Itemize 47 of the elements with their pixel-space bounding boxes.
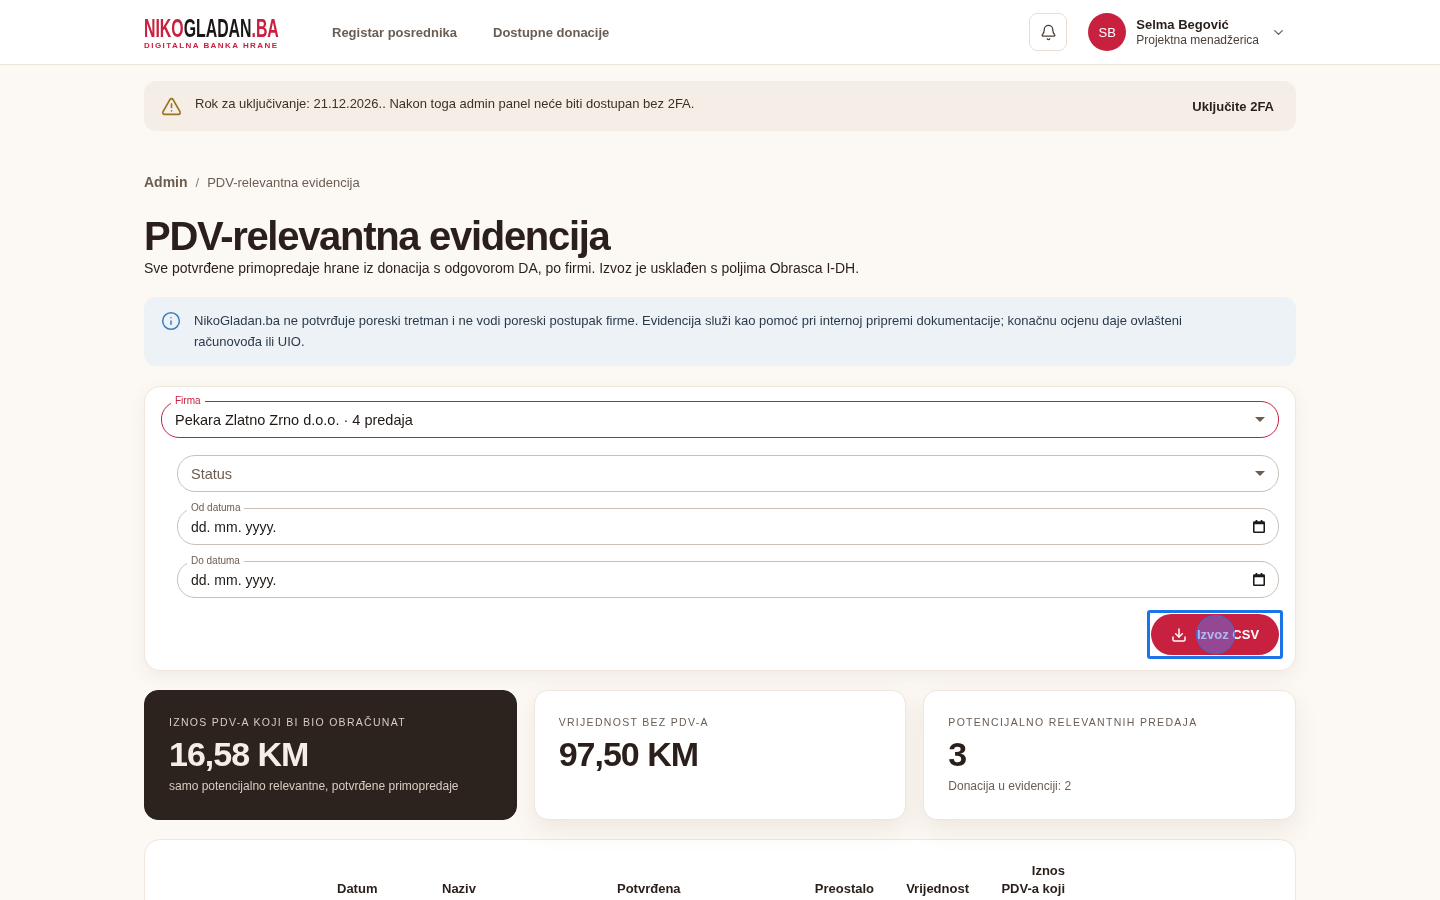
export-button[interactable]: Izvoz CSV <box>1151 614 1279 655</box>
company-select[interactable]: Firma Pekara Zlatno Zrno d.o.o. · 4 predaja <box>161 395 1279 438</box>
calendar-icon[interactable] <box>1253 520 1265 533</box>
logo-wordmark[interactable]: NIKOGLADAN.BA <box>144 16 279 39</box>
breadcrumb-separator: / <box>195 174 200 192</box>
column-header: Iznos PDV-a koji <box>1000 862 1065 898</box>
warning-icon <box>161 95 182 117</box>
stat-label: POTENCIJALNO RELEVANTNIH PREDAJA <box>948 715 1198 730</box>
date-field[interactable]: Do datuma dd. mm. yyyy. <box>177 555 1279 598</box>
nav-link[interactable]: Dostupne donacije <box>493 24 610 40</box>
nav-link[interactable]: Registar posrednika <box>332 24 457 40</box>
stat-note: samo potencijalno relevantne, potvrđene primopredaje <box>169 778 459 795</box>
dropdown-caret-icon <box>1255 417 1265 422</box>
dropdown-caret-icon <box>1255 471 1265 476</box>
stat-value: 97,50 KM <box>558 736 699 772</box>
stat-note: Donacija u evidenciji: 2 <box>948 778 1072 795</box>
field-label: Od datuma <box>187 502 245 514</box>
breadcrumb-link[interactable]: Admin <box>144 172 188 192</box>
column-header: Naziv <box>442 880 476 898</box>
banner-message: Rok za uključivanje: 21.12.2026.. Nakon toga admin panel neće biti dostupan bez 2FA. <box>195 96 695 111</box>
date-field[interactable]: Od datuma dd. mm. yyyy. <box>177 502 1279 545</box>
notifications-button[interactable] <box>1029 13 1068 51</box>
stat-value: 3 <box>948 736 967 772</box>
user-avatar: SB <box>1088 13 1127 51</box>
user-role: Projektna menadžerica <box>1136 32 1259 48</box>
calendar-icon[interactable] <box>1253 573 1265 586</box>
page-title: PDV-relevantna evidencija <box>144 214 612 258</box>
stat-value: 16,58 KM <box>169 736 309 772</box>
banner-action-button[interactable]: Uključite 2FA <box>1192 98 1274 114</box>
stat-label: IZNOS PDV-A KOJI BI BIO OBRAČUNAT <box>169 715 406 730</box>
download-icon <box>1170 626 1187 643</box>
stat-label: VRIJEDNOST BEZ PDV-A <box>558 715 709 730</box>
column-header: Potvrđena <box>617 880 681 898</box>
logo-tagline: DIGITALNA BANKA HRANE <box>144 40 279 50</box>
info-icon <box>161 311 181 331</box>
notice-text: NikoGladan.ba ne potvrđuje poreski tretman i ne vodi poreski postupak firme. Evidencija služi kao pomoć pri internoj pripremi dokumentacije; konačnu ocjenu daje ovlašteni računovođa ili UIO. <box>194 312 1183 351</box>
field-label: Firma <box>171 395 205 407</box>
column-header: Preostalo <box>814 880 874 898</box>
column-header: Datum <box>337 880 378 898</box>
user-menu-button[interactable]: SB Selma Begović Projektna menadžerica <box>1088 13 1296 51</box>
column-header: Vrijednost <box>906 880 969 898</box>
field-label: Do datuma <box>187 555 244 567</box>
breadcrumb-current: PDV-relevantna evidencija <box>207 174 360 192</box>
bell-icon <box>1039 23 1057 41</box>
status-select[interactable]: Status <box>177 449 1279 492</box>
user-name: Selma Begović <box>1136 16 1229 33</box>
page-subtitle: Sve potvrđene primopredaje hrane iz donacija s odgovorom DA, po firmi. Izvoz je usklađen s poljima Obrasca I-DH. <box>144 259 861 278</box>
